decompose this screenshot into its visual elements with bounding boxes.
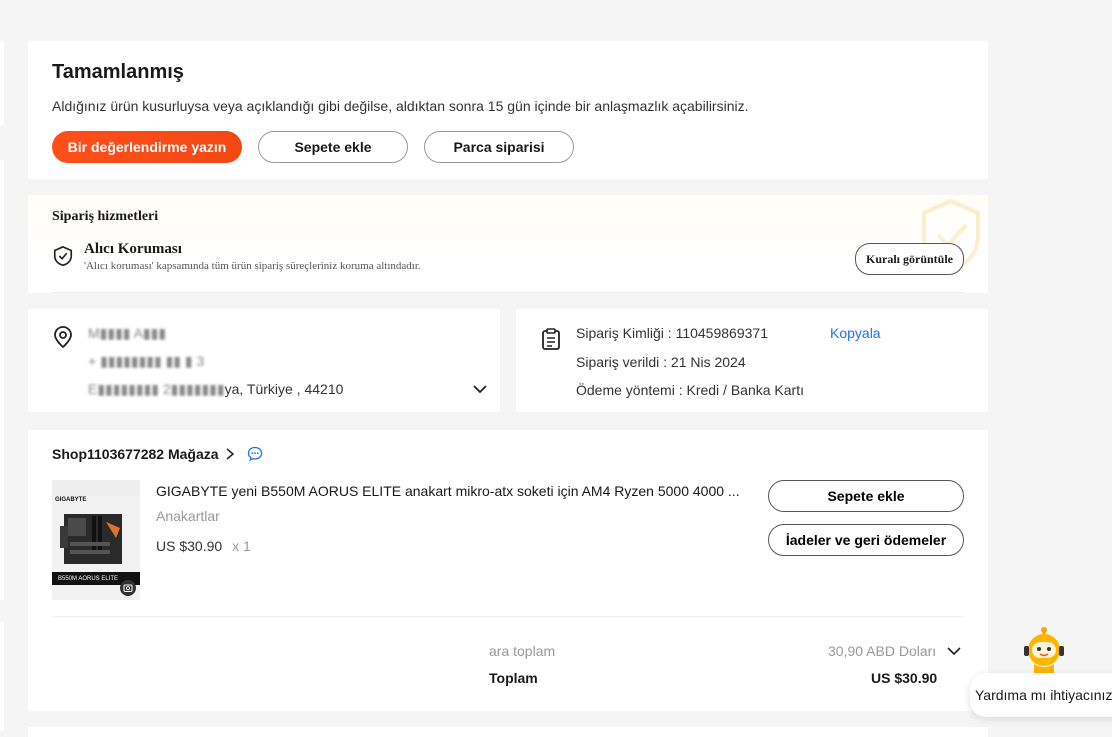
shipping-address-card: M▮▮▮▮ A▮▮▮ + ▮▮▮▮▮▮▮▮ ▮▮ ▮ 3 E▮▮▮▮▮▮▮▮ 2… <box>28 309 500 412</box>
total-label: Toplam <box>489 670 538 686</box>
shop-name: Shop1103677282 Mağaza <box>52 446 219 462</box>
shop-link[interactable]: Shop1103677282 Mağaza <box>52 446 263 462</box>
document-icon <box>542 328 560 350</box>
product-image[interactable]: GIGABYTE B550M AORUS ELITE <box>52 480 140 600</box>
shield-check-icon <box>53 245 73 267</box>
product-price-row: US $30.90 x 1 <box>156 538 251 554</box>
copy-order-id-link[interactable]: Kopyala <box>830 325 881 341</box>
divider <box>52 292 964 293</box>
camera-icon[interactable] <box>120 580 136 596</box>
recipient-name: M▮▮▮▮ A▮▮▮ <box>88 325 167 341</box>
left-edge-strip <box>0 160 4 600</box>
view-rule-button[interactable]: Kuralı görüntüle <box>854 243 964 275</box>
status-description: Aldığınız ürün kusurluysa veya açıklandı… <box>52 98 749 114</box>
payment-method: Ödeme yöntemi : Kredi / Banka Kartı <box>576 382 804 398</box>
order-items-card: Shop1103677282 Mağaza GIGABYTE B550M AOR… <box>28 430 988 711</box>
address-line-hidden: E▮▮▮▮▮▮▮▮ 2▮▮▮▮▮▮▮ <box>88 381 225 397</box>
chat-icon[interactable] <box>247 446 263 462</box>
status-title: Tamamlanmış <box>52 61 184 83</box>
order-status-card: Tamamlanmış Aldığınız ürün kusurluysa ve… <box>28 41 988 179</box>
order-date: Sipariş verildi : 21 Nis 2024 <box>576 354 746 370</box>
total-value: US $30.90 <box>871 670 938 686</box>
buyer-protection-row: Alıcı Koruması 'Alıcı koruması' kapsamın… <box>52 241 964 272</box>
assistant-robot-icon[interactable] <box>1020 626 1068 676</box>
address-line: E▮▮▮▮▮▮▮▮ 2▮▮▮▮▮▮▮ya, Türkiye , 44210 <box>88 381 343 398</box>
product-category: Anakartlar <box>156 508 220 524</box>
parts-order-button[interactable]: Parca siparisi <box>424 131 574 163</box>
left-edge-strip <box>0 622 4 731</box>
divider <box>52 616 964 617</box>
chevron-down-icon[interactable] <box>946 644 962 658</box>
product-price: US $30.90 <box>156 538 223 554</box>
item-add-to-cart-button[interactable]: Sepete ekle <box>768 480 964 512</box>
order-services-card: Sipariş hizmetleri Alıcı Koruması 'Alıcı… <box>28 195 988 293</box>
chevron-right-icon <box>226 448 234 460</box>
services-title: Sipariş hizmetleri <box>52 209 159 224</box>
product-quantity: x 1 <box>232 538 251 554</box>
add-to-cart-button[interactable]: Sepete ekle <box>258 131 408 163</box>
status-actions: Bir değerlendirme yazın Sepete ekle Parc… <box>52 131 964 163</box>
subtotal-value: 30,90 ABD Doları <box>828 643 937 659</box>
address-line-visible: ya, Türkiye , 44210 <box>224 381 344 397</box>
motherboard-icon <box>60 514 122 564</box>
image-brand-text: GIGABYTE <box>55 497 87 503</box>
write-review-button[interactable]: Bir değerlendirme yazın <box>52 131 242 163</box>
left-edge-strip <box>0 41 4 125</box>
order-info-card: Sipariş Kimliği : 110459869371 Kopyala S… <box>516 309 988 412</box>
help-chat-bubble[interactable]: Yardıma mı ihtiyacınız <box>970 673 1112 717</box>
returns-refunds-button[interactable]: İadeler ve geri ödemeler <box>768 524 964 556</box>
subtotal-label: ara toplam <box>489 643 556 659</box>
buyer-protection-description: 'Alıcı koruması' kapsamında tüm ürün sip… <box>84 260 421 272</box>
chevron-down-icon[interactable] <box>472 381 488 397</box>
product-title[interactable]: GIGABYTE yeni B550M AORUS ELITE anakart … <box>156 483 746 499</box>
next-card-edge <box>28 727 988 737</box>
location-pin-icon <box>54 326 72 349</box>
buyer-protection-title: Alıcı Koruması <box>84 241 182 257</box>
recipient-phone: + ▮▮▮▮▮▮▮▮ ▮▮ ▮ 3 <box>88 353 205 369</box>
order-id: Sipariş Kimliği : 110459869371 <box>576 325 768 341</box>
